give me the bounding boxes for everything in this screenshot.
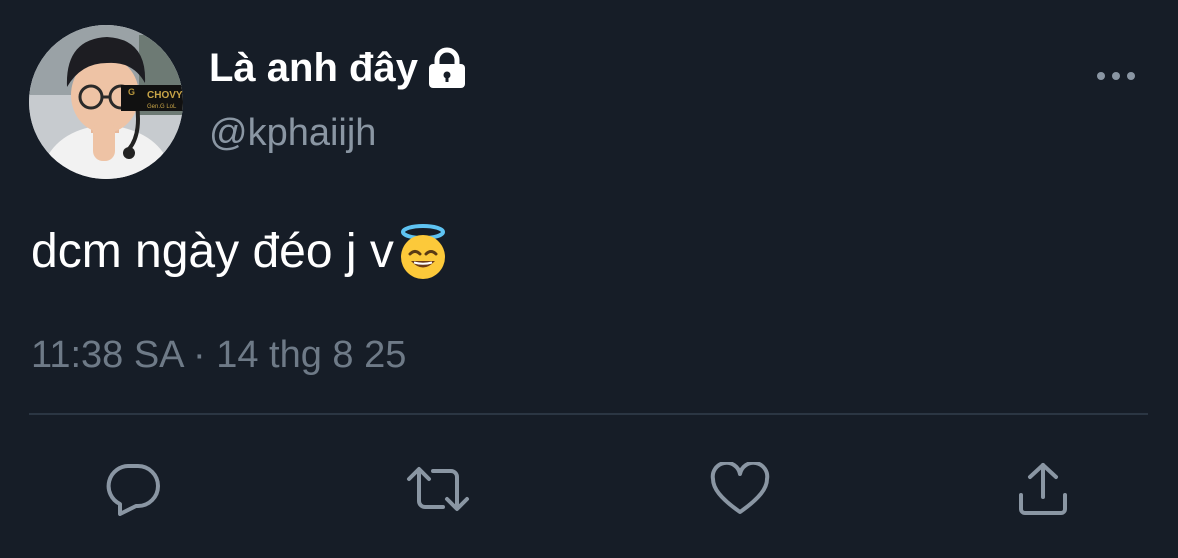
display-name-text: Là anh đây	[209, 46, 418, 90]
divider	[29, 413, 1148, 415]
tweet-text-content: dcm ngày đéo j v	[31, 225, 394, 278]
tweet-text: dcm ngày đéo j v	[31, 222, 450, 282]
heart-icon	[710, 462, 770, 514]
retweet-button[interactable]	[403, 454, 473, 524]
reply-button[interactable]	[99, 454, 169, 524]
avatar-badge-brand: G	[128, 87, 135, 97]
smiling-face-with-halo-icon	[396, 224, 450, 280]
share-button[interactable]	[1008, 454, 1078, 524]
avatar[interactable]: G CHOVY Gen.G LoL	[29, 25, 183, 179]
display-name[interactable]: Là anh đây	[209, 44, 468, 92]
avatar-badge-brand-text: CHOVY	[147, 90, 183, 101]
handle[interactable]: @kphaiijh	[209, 110, 376, 156]
retweet-icon	[407, 467, 469, 511]
timestamp[interactable]: 11:38 SA · 14 thg 8 25	[31, 332, 406, 378]
share-icon	[1019, 463, 1067, 515]
lock-icon	[426, 46, 468, 90]
reply-icon	[106, 463, 160, 516]
more-icon	[1097, 72, 1135, 80]
more-button[interactable]	[1088, 58, 1144, 94]
like-button[interactable]	[705, 454, 775, 524]
avatar-badge-team-text: Gen.G LoL	[147, 104, 177, 110]
avatar-photo: G CHOVY Gen.G LoL	[29, 25, 183, 179]
